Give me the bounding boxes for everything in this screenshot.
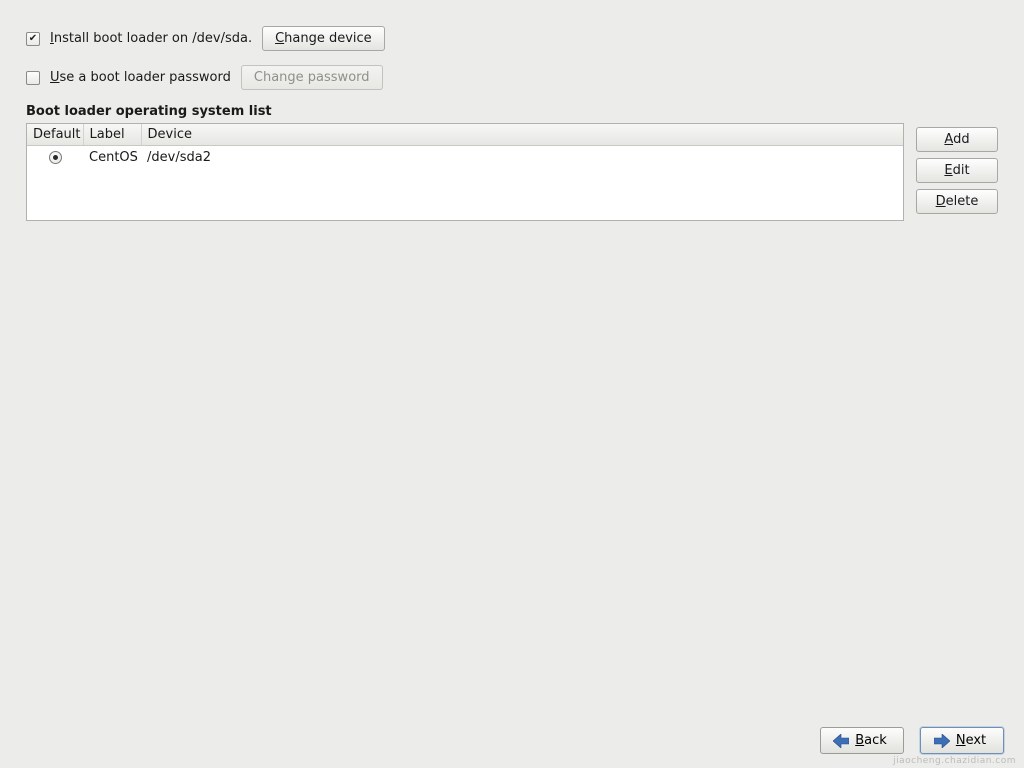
delete-button[interactable]: Delete (916, 189, 998, 214)
col-header-default[interactable]: Default (27, 124, 83, 146)
os-list-heading: Boot loader operating system list (26, 104, 998, 119)
table-row[interactable]: CentOS /dev/sda2 (27, 146, 903, 170)
install-bootloader-checkbox[interactable]: ✔ (26, 32, 40, 46)
cell-device: /dev/sda2 (141, 146, 903, 170)
install-bootloader-row: ✔ Install boot loader on /dev/sda. Chang… (26, 26, 998, 51)
add-button[interactable]: Add (916, 127, 998, 152)
use-password-checkbox[interactable]: ✔ (26, 71, 40, 85)
cell-label: CentOS (83, 146, 141, 170)
use-password-row: ✔ Use a boot loader password Change pass… (26, 65, 998, 90)
edit-button[interactable]: Edit (916, 158, 998, 183)
arrow-left-icon (833, 734, 849, 748)
arrow-right-icon (934, 734, 950, 748)
col-header-label[interactable]: Label (83, 124, 141, 146)
next-button[interactable]: Next (920, 727, 1004, 754)
use-password-label[interactable]: Use a boot loader password (50, 70, 231, 85)
change-device-button[interactable]: Change device (262, 26, 385, 51)
watermark-text: jiaocheng.chazidian.com (893, 756, 1016, 766)
os-list-table[interactable]: Default Label Device CentOS /dev/sda2 (26, 123, 904, 221)
install-bootloader-label[interactable]: Install boot loader on /dev/sda. (50, 31, 252, 46)
back-button[interactable]: Back (820, 727, 904, 754)
change-password-button: Change password (241, 65, 383, 90)
col-header-device[interactable]: Device (141, 124, 903, 146)
default-radio[interactable] (49, 151, 62, 164)
